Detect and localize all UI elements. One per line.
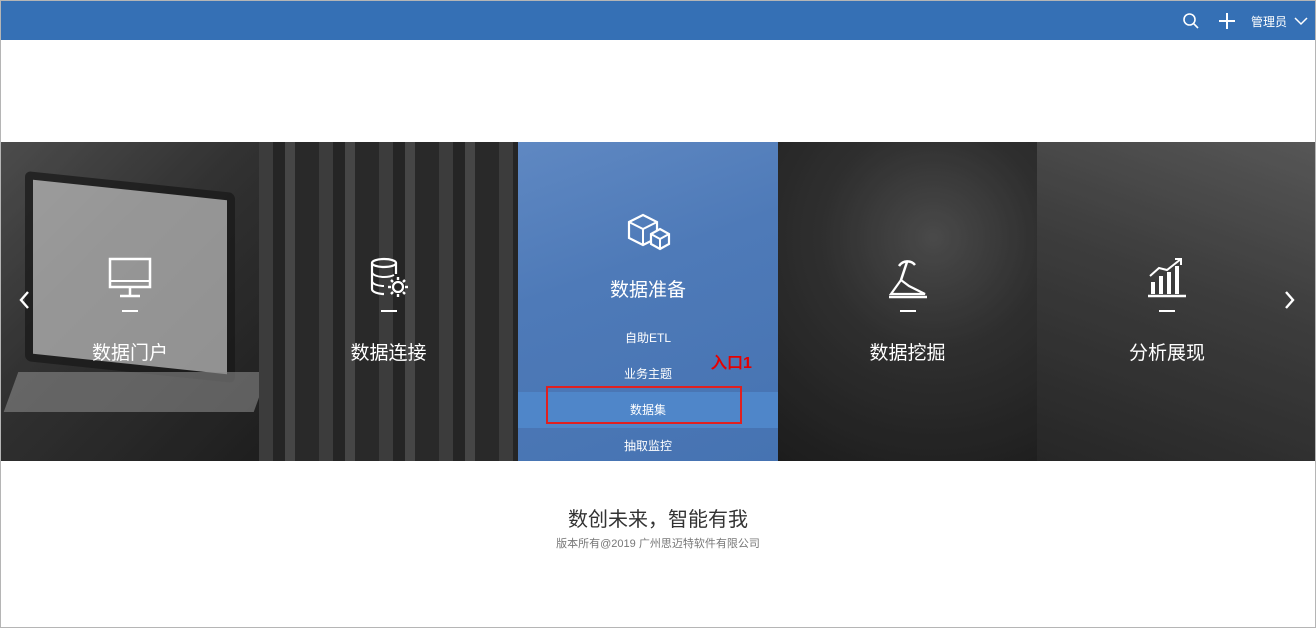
search-icon[interactable] xyxy=(1181,11,1201,31)
database-gear-icon xyxy=(370,257,408,297)
mining-icon xyxy=(888,260,927,299)
bar-chart-icon xyxy=(1148,258,1186,298)
panel-title: 数据门户 xyxy=(91,343,168,364)
chevron-down-icon[interactable] xyxy=(1293,13,1309,29)
entry-highlight-box xyxy=(546,386,742,424)
copyright: 版本所有@2019 广州思迈特软件有限公司 xyxy=(556,538,760,550)
panel-title: 数据准备 xyxy=(609,280,686,301)
panel-analysis-display[interactable]: 分析展现 xyxy=(1037,142,1315,461)
user-menu-label[interactable]: 管理员 xyxy=(1251,13,1287,30)
panel-title: 数据连接 xyxy=(350,343,427,364)
panel-data-mining[interactable]: 数据挖掘 xyxy=(778,142,1037,461)
monitor-icon xyxy=(108,257,152,298)
title-dash xyxy=(899,310,916,312)
entry-annotation-label: 入口1 xyxy=(711,355,752,372)
menu-item-extract-monitor[interactable]: 抽取监控 xyxy=(518,428,778,461)
cubes-icon xyxy=(627,213,671,251)
chevron-right-icon[interactable] xyxy=(1283,288,1297,312)
title-dash xyxy=(122,310,138,312)
panel-title: 数据挖掘 xyxy=(869,343,946,364)
plus-icon[interactable] xyxy=(1217,11,1237,31)
title-dash xyxy=(1159,310,1175,312)
top-bar: 管理员 xyxy=(1,1,1315,40)
chevron-left-icon[interactable] xyxy=(17,288,31,312)
title-dash xyxy=(380,310,397,312)
panel-data-connection[interactable]: 数据连接 xyxy=(259,142,518,461)
panel-title: 分析展现 xyxy=(1128,343,1205,364)
panel-data-portal[interactable]: 数据门户 xyxy=(1,142,259,461)
slogan: 数创未来，智能有我 xyxy=(568,509,748,531)
